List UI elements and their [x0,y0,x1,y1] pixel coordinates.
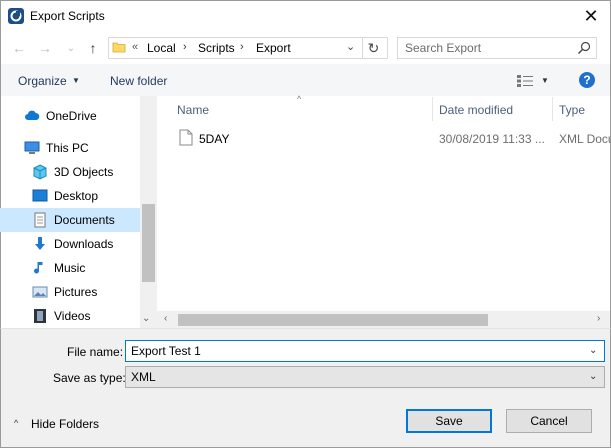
file-name-label: File name: [67,345,124,359]
scroll-left-button[interactable]: ‹ [164,313,167,324]
close-button[interactable]: ✕ [573,1,609,31]
music-note-icon [32,260,48,276]
file-name-dropdown-icon[interactable]: ⌄ [589,345,597,356]
sort-caret-icon: ^ [297,94,302,104]
sidebar-item-this-pc[interactable]: This PC [0,136,140,160]
picture-icon [32,284,48,300]
search-placeholder: Search Export [405,41,482,55]
film-icon [32,308,48,324]
view-caret-icon[interactable]: ▼ [541,76,549,85]
file-row-date: 30/08/2019 11:33 ... [439,132,545,146]
search-icon [577,41,591,55]
file-list-pane [157,96,611,328]
scroll-right-button[interactable]: › [597,313,600,324]
sidebar-item-label: This PC [46,141,89,155]
breadcrumb-overflow[interactable]: « [132,41,138,53]
sidebar-item-pictures[interactable]: Pictures [0,280,140,304]
sidebar-item-3d-objects[interactable]: 3D Objects [0,160,140,184]
file-row-name[interactable]: 5DAY [199,132,229,146]
forward-button[interactable]: → [36,40,54,56]
sidebar-item-desktop[interactable]: Desktop [0,184,140,208]
sidebar-item-label: OneDrive [46,109,97,123]
column-divider[interactable] [552,97,553,121]
column-header-type[interactable]: Type [559,103,585,117]
sidebar-item-label: Pictures [54,285,98,299]
app-logo-icon [8,8,24,24]
sidebar-item-label: Documents [54,213,115,227]
download-arrow-icon [32,236,48,252]
sidebar-item-music[interactable]: Music [0,256,140,280]
computer-icon [24,140,40,156]
horizontal-scrollbar-thumb[interactable] [178,314,488,326]
document-icon [32,212,48,228]
file-name-input[interactable] [125,340,605,362]
breadcrumb-scripts[interactable]: Scripts [198,41,235,55]
recent-locations-button[interactable]: ⌄ [62,40,80,56]
sidebar-item-label: Downloads [54,237,114,251]
sidebar-item-label: Videos [54,309,91,323]
up-folder-button[interactable]: ↑ [84,40,102,56]
breadcrumb-separator[interactable]: › [183,41,187,53]
sidebar-item-downloads[interactable]: Downloads [0,232,140,256]
new-folder-button[interactable]: New folder [110,74,167,88]
column-divider[interactable] [432,97,433,121]
window-title: Export Scripts [30,9,105,23]
organize-button[interactable]: Organize [18,74,67,88]
save-as-type-dropdown-icon[interactable]: ⌄ [589,371,597,382]
help-button[interactable]: ? [579,72,595,88]
save-as-type-select[interactable]: XML [125,366,605,388]
sidebar-item-label: Music [54,261,86,275]
cancel-button[interactable]: Cancel [506,409,592,433]
folder-icon [112,40,126,54]
file-icon [179,129,193,146]
refresh-button[interactable]: ↻ [362,37,384,59]
sidebar-item-onedrive[interactable]: OneDrive [0,104,140,128]
view-options-icon[interactable] [516,74,534,88]
column-header-name[interactable]: Name [177,103,209,117]
organize-caret-icon[interactable]: ▼ [72,76,80,85]
save-as-type-label: Save as type: [53,371,126,385]
nav-scroll-down-button[interactable]: ⌄ [142,313,150,324]
hide-folders-button[interactable]: Hide Folders [31,417,99,431]
sidebar-item-documents[interactable]: Documents [0,208,140,232]
breadcrumb-export[interactable]: Export [256,41,291,55]
file-row-type: XML Docu [559,132,611,146]
sidebar-item-videos[interactable]: Videos [0,304,140,328]
cube-icon [32,164,48,180]
chevron-up-icon[interactable]: ^ [14,418,18,428]
column-header-date-modified[interactable]: Date modified [439,103,513,117]
breadcrumb-local[interactable]: Local [147,41,176,55]
sidebar-item-label: 3D Objects [54,165,114,179]
cloud-icon [24,108,40,124]
back-button[interactable]: ← [10,40,28,56]
breadcrumb-separator[interactable]: › [240,41,244,53]
save-button[interactable]: Save [406,409,492,433]
address-dropdown-button[interactable]: ⌄ [346,40,355,53]
nav-scrollbar-thumb[interactable] [142,204,155,282]
desktop-icon [32,188,48,204]
sidebar-item-label: Desktop [54,189,99,203]
